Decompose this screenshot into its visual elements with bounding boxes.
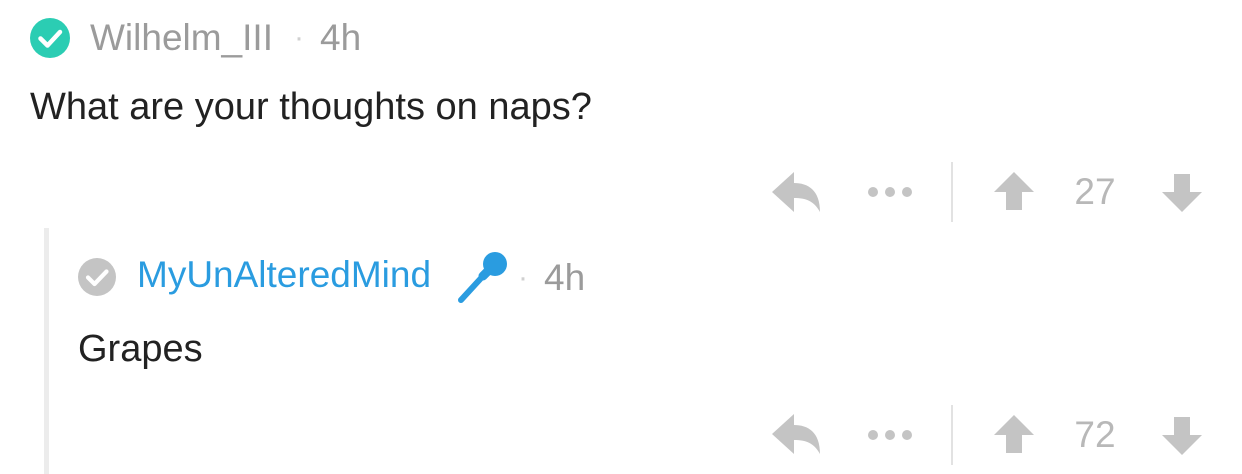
downvote-arrow-icon[interactable]	[1160, 172, 1204, 214]
microphone-icon	[455, 250, 511, 304]
action-divider	[951, 405, 953, 465]
more-options-icon[interactable]	[864, 427, 916, 443]
meta-separator: ·	[518, 261, 528, 294]
vote-score: 72	[1074, 414, 1116, 455]
reply-arrow-icon[interactable]	[770, 410, 822, 458]
upvote-arrow-icon[interactable]	[992, 413, 1036, 455]
thread-indent-line	[44, 228, 49, 474]
comment-body: What are your thoughts on naps?	[30, 86, 592, 128]
comment-timestamp: 4h	[320, 17, 362, 58]
more-options-icon[interactable]	[864, 184, 916, 200]
check-circle-icon	[78, 258, 116, 296]
reply-arrow-icon[interactable]	[770, 168, 822, 216]
reply-author[interactable]: MyUnAlteredMind	[137, 253, 431, 297]
upvote-arrow-icon[interactable]	[992, 170, 1036, 212]
meta-separator: ·	[294, 21, 304, 54]
vote-score: 27	[1074, 171, 1116, 212]
reply-timestamp: 4h	[544, 257, 586, 298]
verified-check-icon	[30, 18, 70, 58]
reply-body: Grapes	[78, 328, 203, 370]
downvote-arrow-icon[interactable]	[1160, 415, 1204, 457]
action-divider	[951, 162, 953, 222]
comment-author[interactable]: Wilhelm_III	[90, 16, 273, 60]
